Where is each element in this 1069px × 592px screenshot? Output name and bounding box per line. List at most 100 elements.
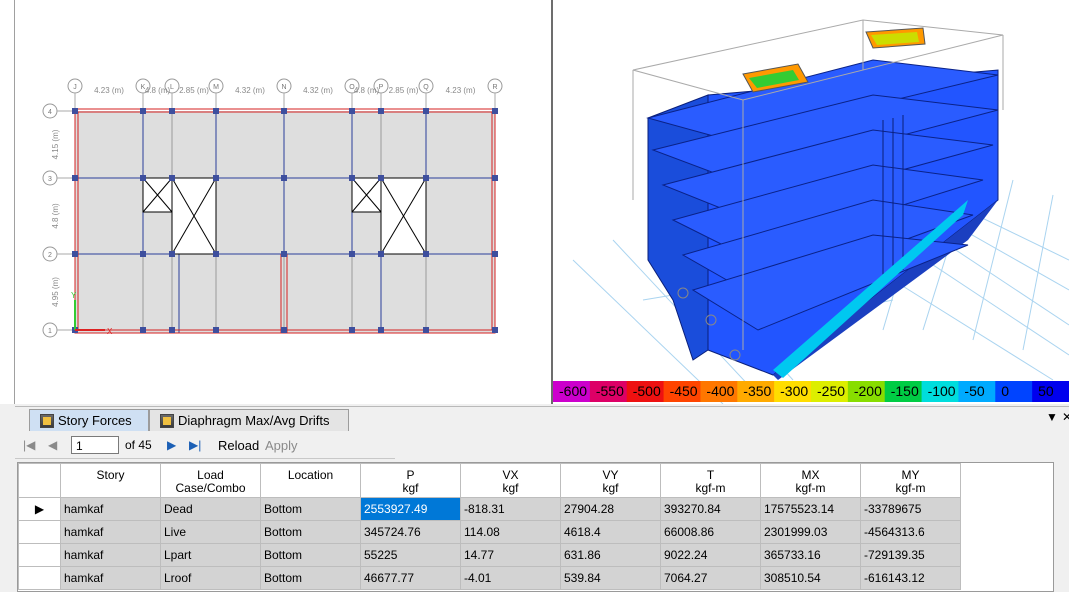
table-cell[interactable]: hamkaf <box>60 520 161 544</box>
table-cell[interactable]: -729139.35 <box>860 543 961 567</box>
column-header-vy[interactable]: VY kgf <box>560 463 661 498</box>
table-cell[interactable]: -4.01 <box>460 566 561 590</box>
row-header[interactable] <box>18 543 61 567</box>
table-cell[interactable]: 46677.77 <box>360 566 461 590</box>
column-marker <box>213 175 219 181</box>
table-row[interactable]: hamkaf Lpart Bottom 55225 14.77 631.86 9… <box>18 543 961 567</box>
dimension-label: 4.8 (m) <box>354 86 380 95</box>
legend-value: -150 <box>890 383 919 399</box>
column-header-load[interactable]: Load Case/Combo <box>160 463 261 498</box>
next-page-icon[interactable]: ▶ <box>167 438 176 452</box>
axis-y-label: Y <box>71 291 77 300</box>
grid-bubble: M <box>208 78 224 94</box>
dimension-label: 4.32 (m) <box>303 86 333 95</box>
table-cell[interactable]: -4564313.6 <box>860 520 961 544</box>
table-cell[interactable]: 55225 <box>360 543 461 567</box>
table-row[interactable]: hamkaf Lroof Bottom 46677.77 -4.01 539.8… <box>18 566 961 590</box>
column-header-my[interactable]: MY kgf-m <box>860 463 961 498</box>
last-page-icon[interactable]: ▶| <box>189 438 201 452</box>
table-cell[interactable]: Live <box>160 520 261 544</box>
table-cell[interactable]: Bottom <box>260 497 361 521</box>
tab-label: Diaphragm Max/Avg Drifts <box>178 413 330 428</box>
column-header-p[interactable]: Pkgf <box>360 463 461 498</box>
column-marker <box>140 175 146 181</box>
legend-value: -350 <box>743 383 772 399</box>
table-cell[interactable]: Lpart <box>160 543 261 567</box>
column-header-location[interactable]: Location <box>260 463 361 498</box>
table-cell[interactable]: hamkaf <box>60 497 161 521</box>
legend-value: -250 <box>817 383 846 399</box>
close-icon[interactable]: ✕ <box>1062 410 1069 424</box>
prev-page-icon[interactable]: ◀ <box>48 438 57 452</box>
column-header-t[interactable]: Tkgf-m <box>660 463 761 498</box>
story-forces-table[interactable]: Story Load Case/Combo Location Pkgf VX kgf… <box>17 462 1054 592</box>
svg-text:2: 2 <box>48 252 52 259</box>
apply-button[interactable]: Apply <box>265 438 298 453</box>
legend-value: 0 <box>1001 383 1010 399</box>
table-cell[interactable]: 7064.27 <box>660 566 761 590</box>
table-cell[interactable]: 114.08 <box>460 520 561 544</box>
first-page-icon[interactable]: |◀ <box>23 438 35 452</box>
column-header-story[interactable]: Story <box>60 463 161 498</box>
table-cell[interactable]: 17575523.14 <box>760 497 861 521</box>
column-marker <box>72 251 78 257</box>
grid-bubble: 2 <box>42 246 58 262</box>
table-cell[interactable]: 2301999.03 <box>760 520 861 544</box>
table-cell[interactable]: 66008.86 <box>660 520 761 544</box>
column-marker <box>169 251 175 257</box>
table-cell[interactable]: 631.86 <box>560 543 661 567</box>
legend-value: 50 <box>1038 383 1054 399</box>
legend-value: -50 <box>964 383 985 399</box>
column-marker <box>213 327 219 333</box>
table-cell[interactable]: 27904.28 <box>560 497 661 521</box>
table-cell[interactable]: Bottom <box>260 543 361 567</box>
column-header-mx[interactable]: MX kgf-m <box>760 463 861 498</box>
table-cell[interactable]: Bottom <box>260 566 361 590</box>
table-cell[interactable]: 4618.4 <box>560 520 661 544</box>
table-cell[interactable]: hamkaf <box>60 566 161 590</box>
dropdown-icon[interactable]: ▼ <box>1046 410 1058 424</box>
svg-text:J: J <box>73 84 77 91</box>
column-header-vx[interactable]: VX kgf <box>460 463 561 498</box>
table-cell[interactable]: Bottom <box>260 520 361 544</box>
vertical-scrollbar[interactable] <box>1057 462 1069 590</box>
legend-value: -200 <box>853 383 882 399</box>
column-marker <box>349 327 355 333</box>
table-header-row: Story Load Case/Combo Location Pkgf VX kgf… <box>18 463 961 498</box>
table-cell[interactable]: 539.84 <box>560 566 661 590</box>
table-cell[interactable]: -33789675 <box>860 497 961 521</box>
column-bubbles: JKLMNOPQR <box>67 78 503 111</box>
axis-x-label: X <box>107 327 113 336</box>
row-header[interactable] <box>18 520 61 544</box>
row-header[interactable] <box>18 566 61 590</box>
3d-model-view[interactable] <box>553 0 1069 404</box>
tab-diaphragm-drifts[interactable]: Diaphragm Max/Avg Drifts <box>149 409 349 431</box>
column-marker <box>281 108 287 114</box>
table-row[interactable]: hamkaf Live Bottom 345724.76 114.08 4618… <box>18 520 961 544</box>
plan-view[interactable]: JKLMNOPQR 4321 4.23 (m) 4.8 (m) 2.85 (m) 4.… <box>15 0 551 404</box>
svg-text:Q: Q <box>423 84 429 91</box>
table-cell[interactable]: 14.77 <box>460 543 561 567</box>
table-icon <box>40 413 54 428</box>
page-number-input[interactable]: 1 <box>71 436 119 454</box>
dimension-label: 4.23 (m) <box>446 86 476 95</box>
selected-cell[interactable]: 2553927.49 <box>360 497 461 521</box>
table-cell[interactable]: hamkaf <box>60 543 161 567</box>
table-cell[interactable]: 308510.54 <box>760 566 861 590</box>
reload-button[interactable]: Reload <box>218 438 259 453</box>
table-cell[interactable]: 393270.84 <box>660 497 761 521</box>
table-cell[interactable]: 9022.24 <box>660 543 761 567</box>
table-cell[interactable]: Lroof <box>160 566 261 590</box>
table-cell[interactable]: Dead <box>160 497 261 521</box>
table-cell[interactable]: 365733.16 <box>760 543 861 567</box>
table-cell[interactable]: -818.31 <box>460 497 561 521</box>
table-cell[interactable]: 345724.76 <box>360 520 461 544</box>
dimension-label: 4.95 (m) <box>51 277 60 307</box>
toolbar-divider <box>15 458 395 459</box>
table-row[interactable]: ▶ hamkaf Dead Bottom 2553927.49 -818.31 … <box>18 497 961 521</box>
column-marker <box>140 251 146 257</box>
table-cell[interactable]: -616143.12 <box>860 566 961 590</box>
grid-bubble: J <box>67 78 83 94</box>
tab-story-forces[interactable]: Story Forces <box>29 409 149 431</box>
legend-value: -550 <box>595 383 624 399</box>
